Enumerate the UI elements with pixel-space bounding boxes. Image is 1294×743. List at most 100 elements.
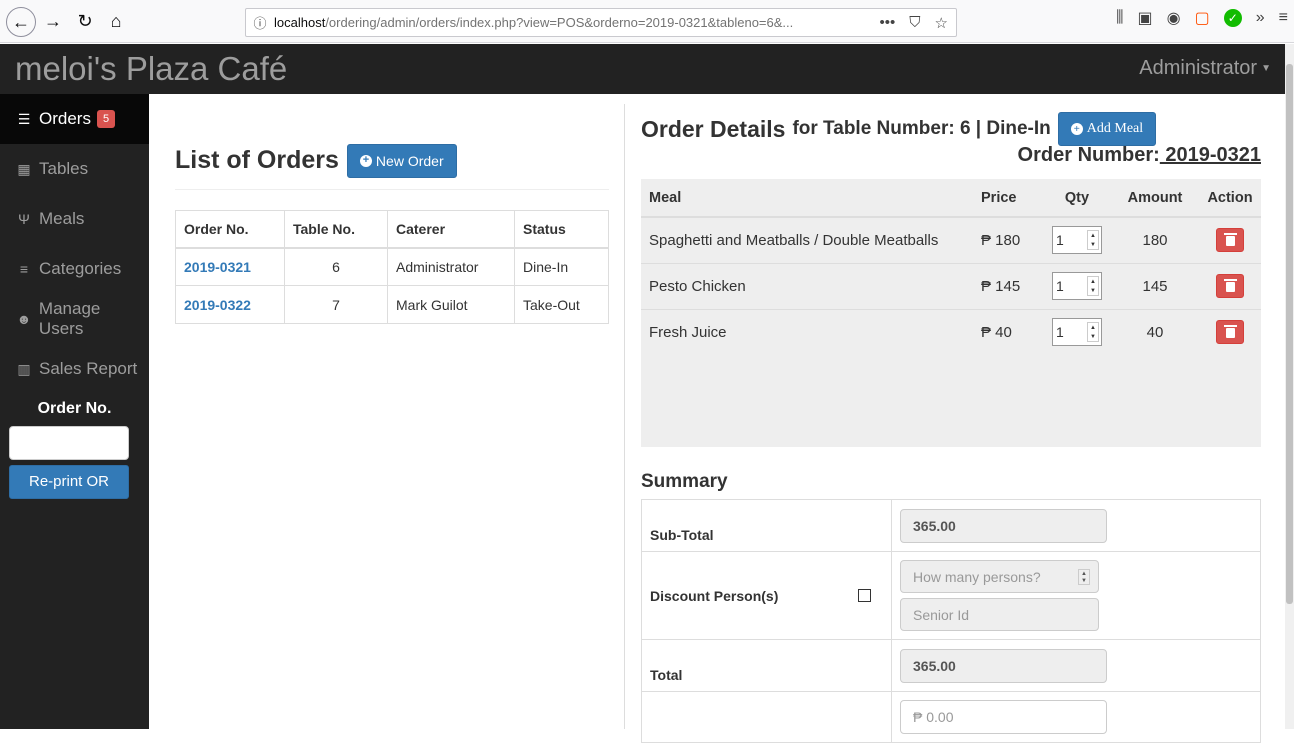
delete-meal-button[interactable]: [1216, 228, 1244, 253]
column-header-qty: Qty: [1043, 179, 1111, 218]
reprint-or-button[interactable]: Re-print OR: [9, 465, 129, 499]
check-extension-icon[interactable]: ✓: [1223, 9, 1242, 27]
sidebar: ☰ Orders 5 ▦ Tables Ψ Meals ≡ Categories…: [0, 94, 149, 729]
column-header-status: Status: [514, 210, 609, 249]
brand-title[interactable]: meloi's Plaza Café: [15, 50, 287, 88]
reload-icon[interactable]: ↻: [72, 8, 98, 34]
scrollbar-thumb[interactable]: [1286, 64, 1293, 604]
sidebar-item-sales-report[interactable]: ▥ Sales Report: [0, 344, 149, 394]
quantity-value: 1: [1056, 324, 1064, 341]
caterer-cell: Mark Guilot: [387, 285, 515, 324]
panel-divider: [624, 104, 625, 729]
table-row: Fresh Juice ₱ 40 1 ▲ ▼ 40: [641, 309, 1261, 355]
sidebar-item-label: Tables: [39, 159, 89, 178]
trash-icon: [1223, 279, 1237, 292]
column-header-meal: Meal: [641, 179, 973, 218]
user-menu[interactable]: Administrator ▼: [1139, 57, 1271, 80]
add-meal-button[interactable]: + Add Meal: [1057, 112, 1157, 146]
screenshot-extension-icon[interactable]: ▢: [1195, 8, 1210, 28]
senior-id-input[interactable]: Senior Id: [900, 598, 1099, 631]
orders-count-badge: 5: [96, 110, 116, 128]
meal-price: ₱ 40: [981, 323, 1012, 341]
order-number-label: Order Number:: [1017, 144, 1160, 166]
url-host: localhost: [274, 15, 326, 30]
library-icon[interactable]: ⫼: [1116, 9, 1123, 27]
hamburger-menu-icon[interactable]: ≡: [1279, 9, 1288, 27]
order-link[interactable]: 2019-0322: [184, 297, 251, 313]
status-cell: Dine-In: [514, 247, 609, 286]
quantity-value: 1: [1056, 232, 1064, 249]
address-bar[interactable]: ⓘ localhost/ordering/admin/orders/index.…: [245, 8, 957, 37]
table-info: for Table Number: 6 | Dine-In: [792, 118, 1051, 139]
tendered-label-cell: [641, 691, 892, 743]
column-header-amount: Amount: [1111, 179, 1199, 218]
sidebar-toggle-icon[interactable]: ▣: [1138, 8, 1153, 28]
total-field: 365.00: [900, 649, 1107, 683]
quantity-stepper[interactable]: 1 ▲ ▼: [1052, 318, 1102, 347]
sidebar-item-categories[interactable]: ≡ Categories: [0, 244, 149, 294]
quantity-value: 1: [1056, 278, 1064, 294]
order-link[interactable]: 2019-0321: [184, 259, 251, 275]
info-icon[interactable]: ⓘ: [246, 13, 274, 32]
new-order-button[interactable]: + New Order: [346, 143, 457, 178]
pocket-icon[interactable]: ⛉: [909, 14, 920, 32]
more-actions-icon[interactable]: •••: [880, 14, 896, 32]
order-no-input[interactable]: [9, 426, 129, 460]
page-scrollbar[interactable]: [1285, 44, 1294, 729]
list-icon: ☰: [17, 110, 31, 127]
meal-price: ₱ 145: [973, 263, 1043, 310]
app-navbar: meloi's Plaza Café Administrator ▼: [0, 44, 1285, 94]
delete-meal-button[interactable]: [1216, 274, 1244, 298]
order-details-panel: Order Details for Table Number: 6 | Dine…: [641, 112, 1261, 743]
bar-chart-icon: ▥: [17, 360, 31, 377]
sidebar-item-label: Sales Report: [39, 359, 138, 378]
cutlery-icon: Ψ: [18, 211, 30, 227]
column-header-table-no: Table No.: [284, 210, 388, 249]
table-row: Pesto Chicken ₱ 145 1 ▲ ▼ 145: [641, 263, 1261, 310]
subtotal-label: Sub-Total: [641, 499, 892, 552]
spinner-icon[interactable]: ▲ ▼: [1087, 322, 1099, 343]
overflow-chevron-icon[interactable]: »: [1256, 9, 1265, 27]
table-icon: ▦: [17, 160, 31, 177]
account-icon[interactable]: ◉: [1167, 8, 1181, 28]
new-order-label: New Order: [375, 152, 444, 169]
sidebar-item-manage-users[interactable]: ☻ Manage Users: [0, 294, 149, 344]
orders-list-panel: List of Orders + New Order Order No. Tab…: [175, 140, 609, 324]
sidebar-item-label: Manage Users: [38, 299, 101, 338]
total-row: Total 365.00: [641, 639, 1261, 692]
persons-placeholder: How many persons?: [913, 568, 1041, 585]
meal-amount: 40: [1146, 323, 1164, 341]
caterer-cell: Administrator: [387, 247, 515, 286]
order-number-value: 2019-0321: [1159, 144, 1261, 166]
back-arrow-icon[interactable]: ←: [6, 7, 36, 37]
sidebar-item-meals[interactable]: Ψ Meals: [0, 194, 149, 244]
orders-list-title: List of Orders: [175, 146, 339, 174]
sidebar-item-label: Meals: [39, 209, 85, 228]
sidebar-item-orders[interactable]: ☰ Orders 5: [0, 94, 149, 144]
caret-down-icon: ▼: [1261, 63, 1271, 75]
persons-input[interactable]: How many persons? ▲ ▼: [900, 560, 1099, 593]
spinner-icon[interactable]: ▲ ▼: [1087, 276, 1099, 296]
trash-icon: [1223, 325, 1237, 339]
discount-label: Discount Person(s): [650, 587, 779, 604]
quantity-stepper[interactable]: 1 ▲ ▼: [1052, 226, 1102, 255]
spinner-icon[interactable]: ▲ ▼: [1078, 569, 1090, 585]
plus-circle-icon: +: [359, 154, 372, 167]
meal-amount: 180: [1111, 217, 1199, 264]
delete-meal-button[interactable]: [1216, 320, 1244, 345]
meals-table-container: Meal Price Qty Amount Action Spaghetti a…: [641, 179, 1261, 447]
discount-row: Discount Person(s) How many persons? ▲ ▼ …: [641, 551, 1261, 640]
column-header-action: Action: [1199, 179, 1261, 218]
trash-icon: [1223, 233, 1237, 247]
spinner-icon[interactable]: ▲ ▼: [1087, 230, 1099, 251]
home-icon[interactable]: ⌂: [103, 8, 129, 34]
browser-toolbar: ← → ↻ ⌂ ⓘ localhost/ordering/admin/order…: [0, 0, 1294, 43]
forward-arrow-icon[interactable]: →: [40, 8, 66, 34]
meal-amount: 145: [1111, 263, 1199, 310]
table-row: 2019-0321 6 Administrator Dine-In: [175, 247, 609, 286]
meal-price: ₱ 180: [973, 217, 1043, 264]
bookmark-star-icon[interactable]: ☆: [935, 14, 948, 32]
sidebar-item-tables[interactable]: ▦ Tables: [0, 144, 149, 194]
quantity-stepper[interactable]: 1 ▲ ▼: [1052, 272, 1102, 300]
discount-checkbox[interactable]: [858, 589, 871, 602]
